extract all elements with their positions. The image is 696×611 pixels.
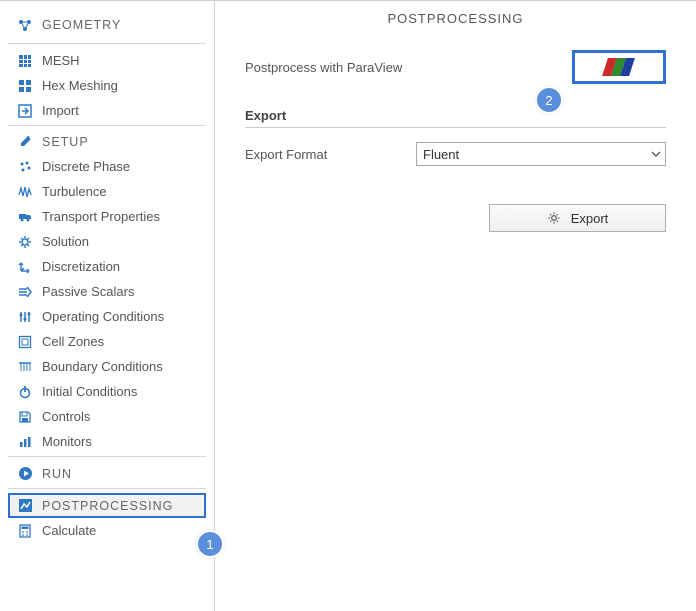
sidebar-item-postprocessing[interactable]: POSTPROCESSING xyxy=(8,493,206,518)
wave-icon xyxy=(14,185,36,199)
sidebar-item-label: Solution xyxy=(42,234,89,249)
export-format-label: Export Format xyxy=(245,147,400,162)
sidebar-item-operating[interactable]: Operating Conditions xyxy=(8,304,206,329)
sidebar-item-label: Boundary Conditions xyxy=(42,359,163,374)
sidebar-item-initial[interactable]: Initial Conditions xyxy=(8,379,206,404)
divider xyxy=(8,43,206,44)
sidebar-item-discretization[interactable]: Discretization xyxy=(8,254,206,279)
content-pane: POSTPROCESSING Postprocess with ParaView… xyxy=(215,1,696,611)
sidebar-item-label: Calculate xyxy=(42,523,96,538)
section-run-label: RUN xyxy=(42,467,72,481)
sidebar-item-boundary[interactable]: Boundary Conditions xyxy=(8,354,206,379)
sidebar-item-label: Discretization xyxy=(42,259,120,274)
sidebar-item-controls[interactable]: Controls xyxy=(8,404,206,429)
sidebar-item-label: Turbulence xyxy=(42,184,107,199)
sidebar-item-label: Monitors xyxy=(42,434,92,449)
zone-icon xyxy=(14,335,36,349)
sidebar-item-discrete[interactable]: Discrete Phase xyxy=(8,154,206,179)
gear-icon xyxy=(547,211,561,225)
sidebar-item-import[interactable]: Import xyxy=(8,98,206,123)
paraview-logo-icon xyxy=(605,58,633,76)
sidebar-item-label: Transport Properties xyxy=(42,209,160,224)
truck-icon xyxy=(14,210,36,224)
section-setup-label: SETUP xyxy=(42,135,89,149)
section-geometry-label: GEOMETRY xyxy=(42,18,121,32)
chart-icon xyxy=(14,435,36,449)
sidebar-item-mesh[interactable]: MESH xyxy=(8,48,206,73)
sidebar-item-turbulence[interactable]: Turbulence xyxy=(8,179,206,204)
save-icon xyxy=(14,410,36,424)
paraview-label: Postprocess with ParaView xyxy=(245,60,572,75)
export-button[interactable]: Export xyxy=(489,204,666,232)
export-format-select[interactable]: Fluent xyxy=(416,142,666,166)
sidebar-item-transport[interactable]: Transport Properties xyxy=(8,204,206,229)
divider xyxy=(8,125,206,126)
sidebar-item-label: Operating Conditions xyxy=(42,309,164,324)
power-icon xyxy=(14,385,36,399)
sidebar-item-hexmesh[interactable]: Hex Meshing xyxy=(8,73,206,98)
calculator-icon xyxy=(14,524,36,538)
sliders-icon xyxy=(14,310,36,324)
paraview-button[interactable] xyxy=(572,50,666,84)
sidebar-item-calculate[interactable]: Calculate xyxy=(8,518,206,543)
section-run[interactable]: RUN xyxy=(8,461,206,486)
annotation-badge-2: 2 xyxy=(535,86,563,114)
gear-icon xyxy=(14,235,36,249)
particles-icon xyxy=(14,160,36,174)
sidebar-item-label: Passive Scalars xyxy=(42,284,134,299)
page-title: POSTPROCESSING xyxy=(245,11,666,26)
divider xyxy=(8,456,206,457)
boundary-icon xyxy=(14,360,36,374)
sidebar: GEOMETRY MESH Hex Meshing Import xyxy=(0,1,215,611)
sidebar-item-label: Import xyxy=(42,103,79,118)
flow-icon xyxy=(14,285,36,299)
sidebar-item-label: Hex Meshing xyxy=(42,78,118,93)
sidebar-item-label: Initial Conditions xyxy=(42,384,137,399)
section-geometry[interactable]: GEOMETRY xyxy=(8,9,206,41)
export-format-value: Fluent xyxy=(423,147,459,162)
annotation-badge-1: 1 xyxy=(196,530,224,558)
sidebar-item-label: MESH xyxy=(42,53,80,68)
sidebar-item-passive[interactable]: Passive Scalars xyxy=(8,279,206,304)
sidebar-item-monitors[interactable]: Monitors xyxy=(8,429,206,454)
export-button-label: Export xyxy=(571,211,609,226)
postprocess-icon xyxy=(14,498,36,513)
sidebar-item-label: Cell Zones xyxy=(42,334,104,349)
export-heading: Export xyxy=(245,108,666,123)
hex-icon xyxy=(14,79,36,93)
section-setup[interactable]: SETUP xyxy=(8,130,206,154)
sidebar-item-label: Discrete Phase xyxy=(42,159,130,174)
sidebar-item-label: POSTPROCESSING xyxy=(42,499,173,513)
divider xyxy=(245,127,666,128)
sidebar-item-label: Controls xyxy=(42,409,90,424)
play-icon xyxy=(14,466,36,481)
sidebar-item-solution[interactable]: Solution xyxy=(8,229,206,254)
grid-icon xyxy=(14,54,36,68)
divider xyxy=(8,488,206,489)
import-icon xyxy=(14,104,36,118)
arrows-icon xyxy=(14,260,36,274)
chevron-down-icon xyxy=(651,149,661,159)
wrench-icon xyxy=(14,135,36,149)
geometry-icon xyxy=(14,17,36,33)
sidebar-item-cellzones[interactable]: Cell Zones xyxy=(8,329,206,354)
